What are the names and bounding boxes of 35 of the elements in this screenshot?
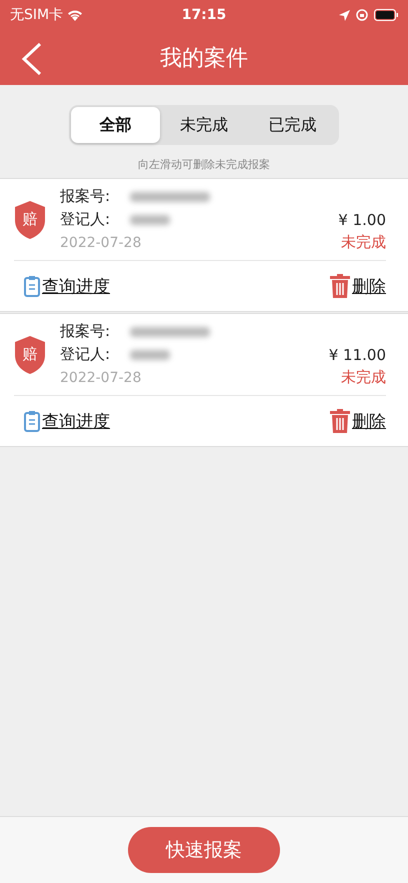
amount-text: ¥ 1.00 xyxy=(338,210,386,228)
status-text: 未完成 xyxy=(340,368,386,387)
back-button[interactable] xyxy=(20,42,44,76)
date-text: 2022-07-28 xyxy=(60,370,142,386)
delete-link[interactable]: 删除 xyxy=(330,409,386,433)
trash-icon xyxy=(330,274,350,298)
progress-link[interactable]: 查询进度 xyxy=(24,274,110,298)
wifi-icon xyxy=(67,9,84,21)
amount-text: ¥ 11.00 xyxy=(328,346,386,364)
progress-link[interactable]: 查询进度 xyxy=(24,410,110,432)
date-text: 2022-07-28 xyxy=(60,234,142,250)
page-title: 我的案件 xyxy=(160,44,248,72)
filter-tab[interactable]: 已完成 xyxy=(248,107,338,143)
trash-icon xyxy=(330,409,350,433)
clipboard-icon xyxy=(24,275,40,297)
filter-tab[interactable]: 未完成 xyxy=(160,107,248,143)
status-text: 未完成 xyxy=(340,233,386,252)
shield-badge: 赔 xyxy=(14,334,46,374)
redacted-text xyxy=(130,214,170,224)
time-text: 17:15 xyxy=(182,7,226,23)
redacted-text xyxy=(130,350,170,360)
quick-report-button[interactable]: 快速报案 xyxy=(128,827,280,873)
swipe-hint: 向左滑动可删除未完成报案 xyxy=(137,157,271,172)
filter-tab[interactable]: 全部 xyxy=(71,107,160,143)
carrier-text: 无SIM卡 xyxy=(10,6,64,24)
clipboard-icon xyxy=(24,410,40,432)
registrant-label: 登记人: xyxy=(60,345,112,364)
location-icon xyxy=(338,10,350,20)
case-number-label: 报案号: xyxy=(60,322,112,341)
delete-link[interactable]: 删除 xyxy=(330,274,386,298)
shield-badge: 赔 xyxy=(14,200,46,240)
registrant-label: 登记人: xyxy=(60,210,112,229)
lock-rotation-icon xyxy=(356,9,368,21)
battery-icon xyxy=(374,9,398,21)
case-number-label: 报案号: xyxy=(60,187,112,206)
